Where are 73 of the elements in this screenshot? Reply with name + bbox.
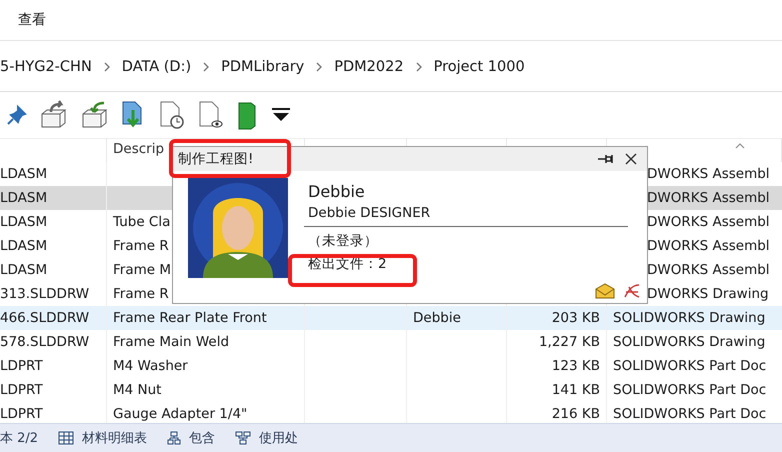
table-row[interactable]: LDPRT M4 Nut 141 KB SOLIDWORKS Part Doc (0, 378, 782, 402)
table-icon (58, 431, 74, 445)
table-cell: LDPRT (0, 406, 43, 422)
chevron-icon (316, 62, 322, 72)
table-cell: DWORKS Assembl (647, 190, 770, 206)
table-cell: 216 KB (552, 406, 600, 422)
breadcrumb-item[interactable]: Project 1000 (434, 59, 525, 75)
popup-title: 制作工程图! (178, 150, 254, 168)
table-cell: LDPRT (0, 382, 43, 398)
table-cell: SOLIDWORKS Drawing (613, 310, 766, 326)
table-cell: 141 KB (552, 382, 600, 398)
table-cell: LDASM (0, 190, 48, 206)
document-eye-icon[interactable] (197, 100, 225, 130)
table-cell: 123 KB (552, 358, 600, 374)
close-icon[interactable] (625, 153, 637, 165)
logo-icon[interactable] (623, 283, 641, 299)
table-cell: M4 Nut (113, 382, 162, 398)
table-row[interactable]: LDPRT M4 Washer 123 KB SOLIDWORKS Part Doc (0, 354, 782, 378)
chevron-icon (104, 62, 110, 72)
table-cell: LDASM (0, 166, 48, 182)
chevron-icon (203, 62, 210, 72)
table-cell: Frame Main Weld (113, 334, 230, 350)
table-cell: Debbie (413, 310, 461, 326)
table-cell: DWORKS Assembl (647, 214, 770, 230)
table-cell: 578.SLDDRW (0, 334, 90, 350)
breadcrumb-item[interactable]: PDM2022 (334, 59, 404, 75)
box-arrow-icon[interactable] (80, 100, 110, 130)
document-history-icon[interactable] (158, 100, 186, 130)
table-cell: DWORKS Assembl (647, 262, 770, 278)
table-cell: SOLIDWORKS Part Doc (613, 358, 766, 374)
table-cell: DWORKS Assembl (647, 166, 770, 182)
version-label: 本 2/2 (0, 430, 38, 447)
table-cell: Frame M (113, 262, 172, 278)
bottom-tab[interactable]: 包含 (167, 429, 216, 447)
chevron-icon (416, 62, 422, 72)
table-cell: 466.SLDDRW (0, 310, 90, 326)
login-status: （未登录） (308, 232, 379, 250)
table-cell: Frame Rear Plate Front (113, 310, 267, 326)
user-name: Debbie (308, 182, 366, 201)
table-cell: LDPRT (0, 358, 43, 374)
breadcrumb-item[interactable]: 5-HYG2-CHN (0, 59, 92, 75)
table-cell: SOLIDWORKS Part Doc (613, 406, 766, 422)
checked-out-count: 检出文件：2 (308, 255, 388, 273)
table-cell: Frame R (113, 286, 169, 302)
breadcrumb-item[interactable]: DATA (D:) (122, 59, 192, 75)
pin-icon[interactable] (597, 154, 613, 164)
table-cell: Tube Cla (113, 214, 170, 230)
table-cell: LDASM (0, 238, 48, 254)
bottom-tab[interactable]: 使用处 (235, 429, 298, 447)
table-cell: LDASM (0, 262, 48, 278)
table-cell: 1,227 KB (538, 334, 600, 350)
envelope-icon[interactable] (595, 283, 615, 299)
table-cell: SOLIDWORKS Drawing (613, 334, 766, 350)
bottom-tab[interactable]: 材料明细表 (58, 429, 148, 447)
table-cell: 203 KB (552, 310, 600, 326)
menu-item[interactable]: 查看 (18, 11, 46, 29)
dropdown-icon[interactable] (271, 108, 291, 122)
table-cell: Frame R (113, 238, 169, 254)
table-cell: M4 Washer (113, 358, 188, 374)
table-row[interactable]: 578.SLDDRW Frame Main Weld 1,227 KB SOLIDWORKS Drawing (0, 330, 782, 354)
table-cell: Gauge Adapter 1/4" (113, 406, 248, 422)
table-cell: 313.SLDDRW (0, 286, 90, 302)
breadcrumb-item[interactable]: PDMLibrary (221, 59, 304, 75)
hierarchy-icon (167, 431, 182, 445)
sort-caret-icon (735, 143, 745, 149)
table-cell: LDASM (0, 214, 48, 230)
table-cell: SOLIDWORKS Part Doc (613, 382, 766, 398)
hierarchy-icon (235, 431, 252, 445)
table-cell: DWORKS Assembl (647, 238, 770, 254)
table-cell: DWORKS Drawing (647, 286, 769, 302)
box-arrow-icon[interactable] (39, 100, 69, 130)
table-row[interactable]: 466.SLDDRW Frame Rear Plate Front Debbie 203 KB SOLIDWORKS Drawing (0, 306, 782, 330)
user-full-name: Debbie DESIGNER (308, 205, 432, 221)
